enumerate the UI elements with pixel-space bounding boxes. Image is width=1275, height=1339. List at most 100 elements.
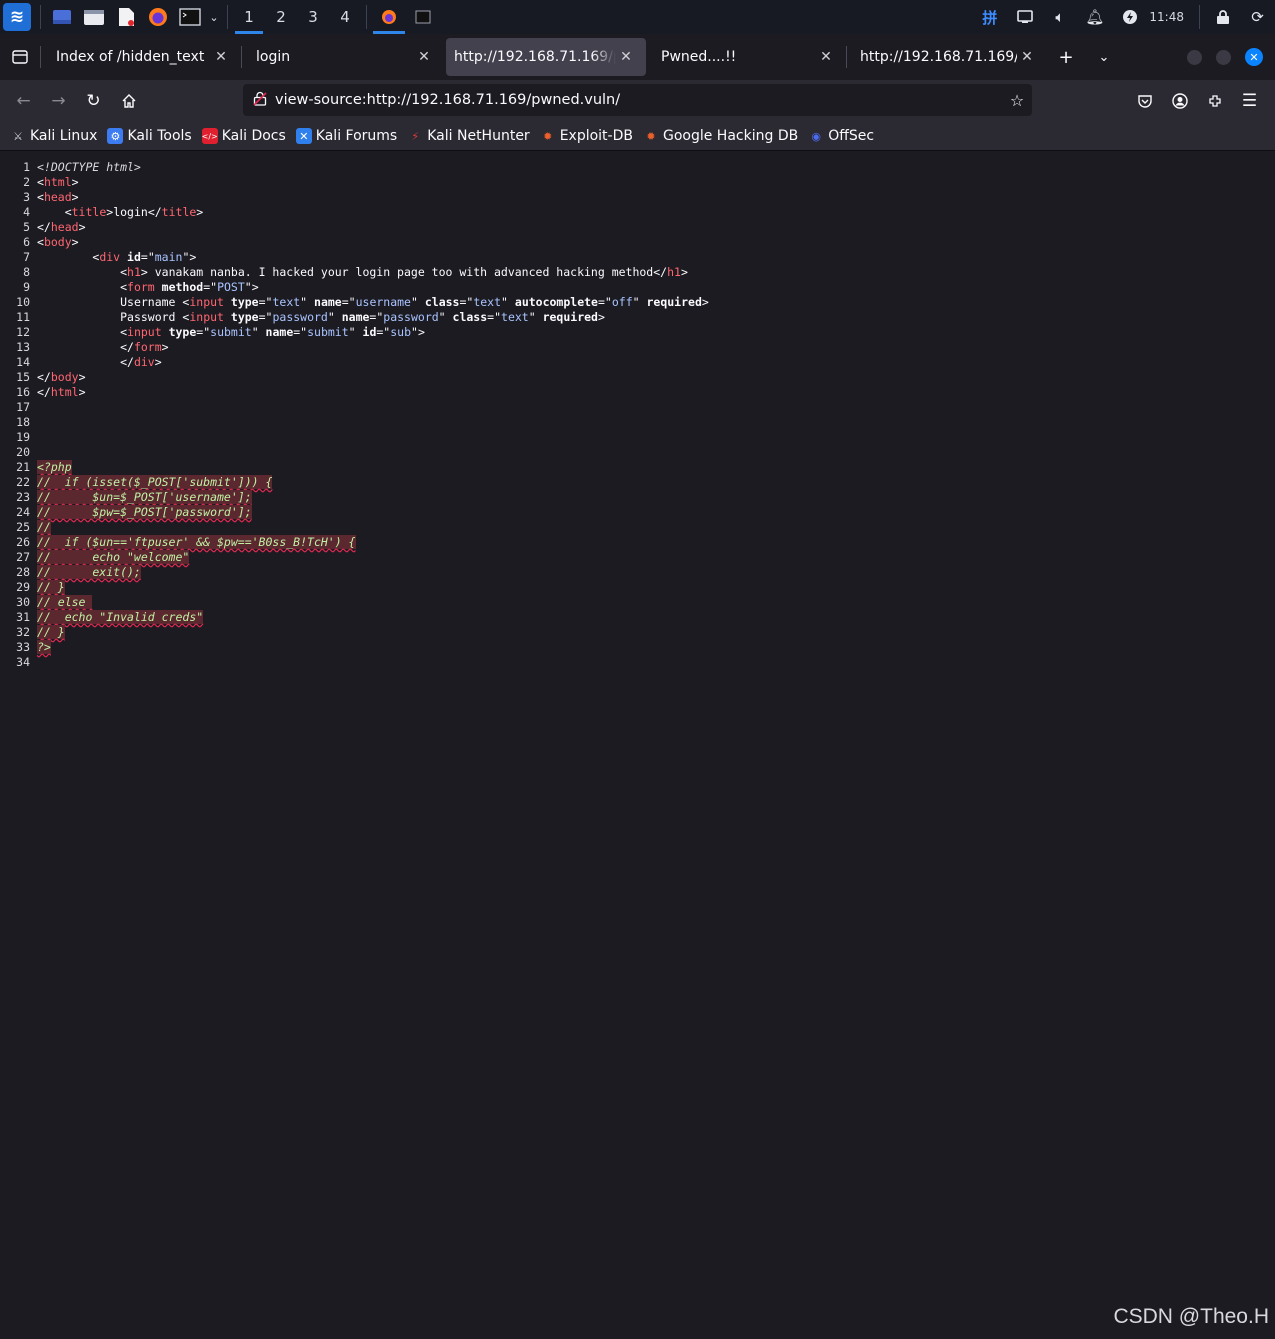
forward-arrow-icon[interactable]: → (41, 85, 76, 117)
php-error-line: // echo "Invalid creds" (37, 610, 204, 624)
taskbar: ≋ ⌄ 1 2 3 4 拼 🔈︎ 🔔︎ 11:48 ⟳ (0, 0, 1275, 34)
address-bar[interactable]: view-source:http://192.168.71.169/pwned.… (243, 84, 1032, 116)
line-number: 32 (16, 625, 30, 639)
power-manager-icon[interactable] (1112, 0, 1147, 34)
workspace-3[interactable]: 3 (297, 0, 329, 34)
terminal-launcher-icon[interactable] (174, 0, 206, 34)
tab-login[interactable]: login ✕ (242, 38, 444, 76)
close-icon[interactable]: ✕ (414, 49, 434, 65)
kali-menu-icon[interactable]: ≋ (3, 3, 31, 31)
tab-ip-root[interactable]: http://192.168.71.169/ ✕ (847, 38, 1047, 76)
source-line: 8 <h1> vanakam nanba. I hacked your logi… (0, 265, 1275, 280)
bookmark-label: Exploit-DB (559, 128, 633, 144)
php-error-line: // $un=$_POST['username']; (37, 490, 252, 504)
extensions-icon[interactable] (1197, 85, 1232, 117)
line-number: 7 (23, 250, 30, 264)
show-desktop-icon[interactable] (46, 0, 78, 34)
workspace-1[interactable]: 1 (233, 0, 265, 34)
php-error-line: // } (37, 580, 65, 594)
bookmark-exploit-db[interactable]: ✹ Exploit-DB (540, 128, 633, 144)
bookmark-star-icon[interactable]: ☆ (1002, 91, 1032, 110)
toolbar-right: ☰ (1127, 85, 1267, 117)
list-all-tabs-button[interactable]: ⌄ (1085, 38, 1123, 76)
reload-icon[interactable]: ↻ (76, 85, 111, 117)
tab-bar: Index of /hidden_text ✕ login ✕ http://1… (0, 34, 1275, 80)
bookmark-label: Kali Linux (30, 128, 98, 144)
line-number: 27 (16, 550, 30, 564)
window-close-button[interactable]: ✕ (1245, 48, 1263, 66)
php-error-line: ?> (37, 640, 51, 654)
close-icon[interactable]: ✕ (816, 49, 836, 65)
firefox-window-button[interactable] (372, 0, 406, 34)
tab-title: Index of /hidden_text (56, 49, 205, 65)
url-text[interactable]: view-source:http://192.168.71.169/pwned.… (275, 92, 1002, 108)
bookmark-kali-docs[interactable]: </> Kali Docs (202, 128, 286, 144)
source-line: 28 // exit(); (0, 565, 1275, 580)
bookmark-label: Kali Docs (221, 128, 286, 144)
source-line: 18 (0, 415, 1275, 430)
back-arrow-icon[interactable]: ← (6, 85, 41, 117)
tab-title: Pwned....!! (661, 49, 737, 65)
kali-forums-icon: ✕ (295, 128, 312, 144)
bookmark-kali-linux[interactable]: ⚔ Kali Linux (10, 128, 97, 144)
source-line: 29 // } (0, 580, 1275, 595)
notification-bell-icon[interactable]: 🔔︎ (1077, 0, 1112, 34)
title-text: login (113, 205, 148, 219)
chevron-down-icon[interactable]: ⌄ (206, 0, 222, 34)
line-number: 31 (16, 610, 30, 624)
close-icon[interactable]: ✕ (1017, 49, 1037, 65)
clock[interactable]: 11:48 (1149, 10, 1184, 24)
view-source-content: 1 <!DOCTYPE html> 2 <html> 3 <head> 4 <titl… (0, 160, 1275, 670)
line-number: 14 (16, 355, 30, 369)
line-number: 20 (16, 445, 30, 459)
minimize-button[interactable] (1187, 49, 1202, 65)
tab-pwned[interactable]: Pwned....!! ✕ (646, 38, 846, 76)
lock-screen-icon[interactable] (1205, 0, 1240, 34)
terminal-window-button[interactable] (406, 0, 440, 34)
bookmark-kali-tools[interactable]: ⚙ Kali Tools (107, 128, 192, 144)
home-icon[interactable] (111, 85, 146, 117)
line-number: 12 (16, 325, 30, 339)
workspace-2[interactable]: 2 (265, 0, 297, 34)
bookmark-offsec[interactable]: ◉ OffSec (808, 128, 874, 144)
tab-title: login (256, 49, 291, 65)
text-editor-icon[interactable] (110, 0, 142, 34)
account-icon[interactable] (1162, 85, 1197, 117)
close-icon[interactable]: ✕ (211, 49, 231, 65)
firefox-launcher-icon[interactable] (142, 0, 174, 34)
bookmark-ghdb[interactable]: ✹ Google Hacking DB (643, 128, 798, 144)
tab-pwned-vuln[interactable]: http://192.168.71.169/pwned.vuln/ ✕ (446, 38, 646, 76)
taskbar-separator (366, 5, 367, 29)
bookmark-kali-nethunter[interactable]: ⚡ Kali NetHunter (407, 128, 529, 144)
line-number: 13 (16, 340, 30, 354)
tab-hidden-text[interactable]: Index of /hidden_text ✕ (41, 38, 241, 76)
file-manager-icon[interactable] (78, 0, 110, 34)
line-number: 34 (16, 655, 30, 669)
workspace-4[interactable]: 4 (329, 0, 361, 34)
line-number: 9 (23, 280, 30, 294)
input-method-icon[interactable]: 拼 (972, 0, 1007, 34)
new-tab-button[interactable]: + (1047, 38, 1085, 76)
source-line: 30 // else (0, 595, 1275, 610)
source-line: 24 // $pw=$_POST['password']; (0, 505, 1275, 520)
kali-docs-icon: </> (202, 128, 218, 144)
volume-icon[interactable]: 🔈︎ (1042, 0, 1077, 34)
source-line: 19 (0, 430, 1275, 445)
source-line: 20 (0, 445, 1275, 460)
close-icon[interactable]: ✕ (616, 49, 636, 65)
source-line: 31 // echo "Invalid creds" (0, 610, 1275, 625)
source-line: 4 <title>login</title> (0, 205, 1275, 220)
bookmarks-toolbar: ⚔ Kali Linux ⚙ Kali Tools </> Kali Docs ✕ Ka… (0, 122, 1275, 151)
source-line: 5 </head> (0, 220, 1275, 235)
pocket-icon[interactable] (1127, 85, 1162, 117)
firefox-view-icon[interactable] (0, 38, 40, 76)
php-error-line: // exit(); (37, 565, 141, 579)
line-number: 5 (23, 220, 30, 234)
network-icon[interactable] (1007, 0, 1042, 34)
maximize-button[interactable] (1216, 49, 1231, 65)
line-number: 11 (16, 310, 30, 324)
bookmark-kali-forums[interactable]: ✕ Kali Forums (295, 128, 397, 144)
logout-icon[interactable]: ⟳ (1240, 0, 1275, 34)
menu-hamburger-icon[interactable]: ☰ (1232, 85, 1267, 117)
insecure-lock-icon[interactable] (245, 91, 275, 110)
